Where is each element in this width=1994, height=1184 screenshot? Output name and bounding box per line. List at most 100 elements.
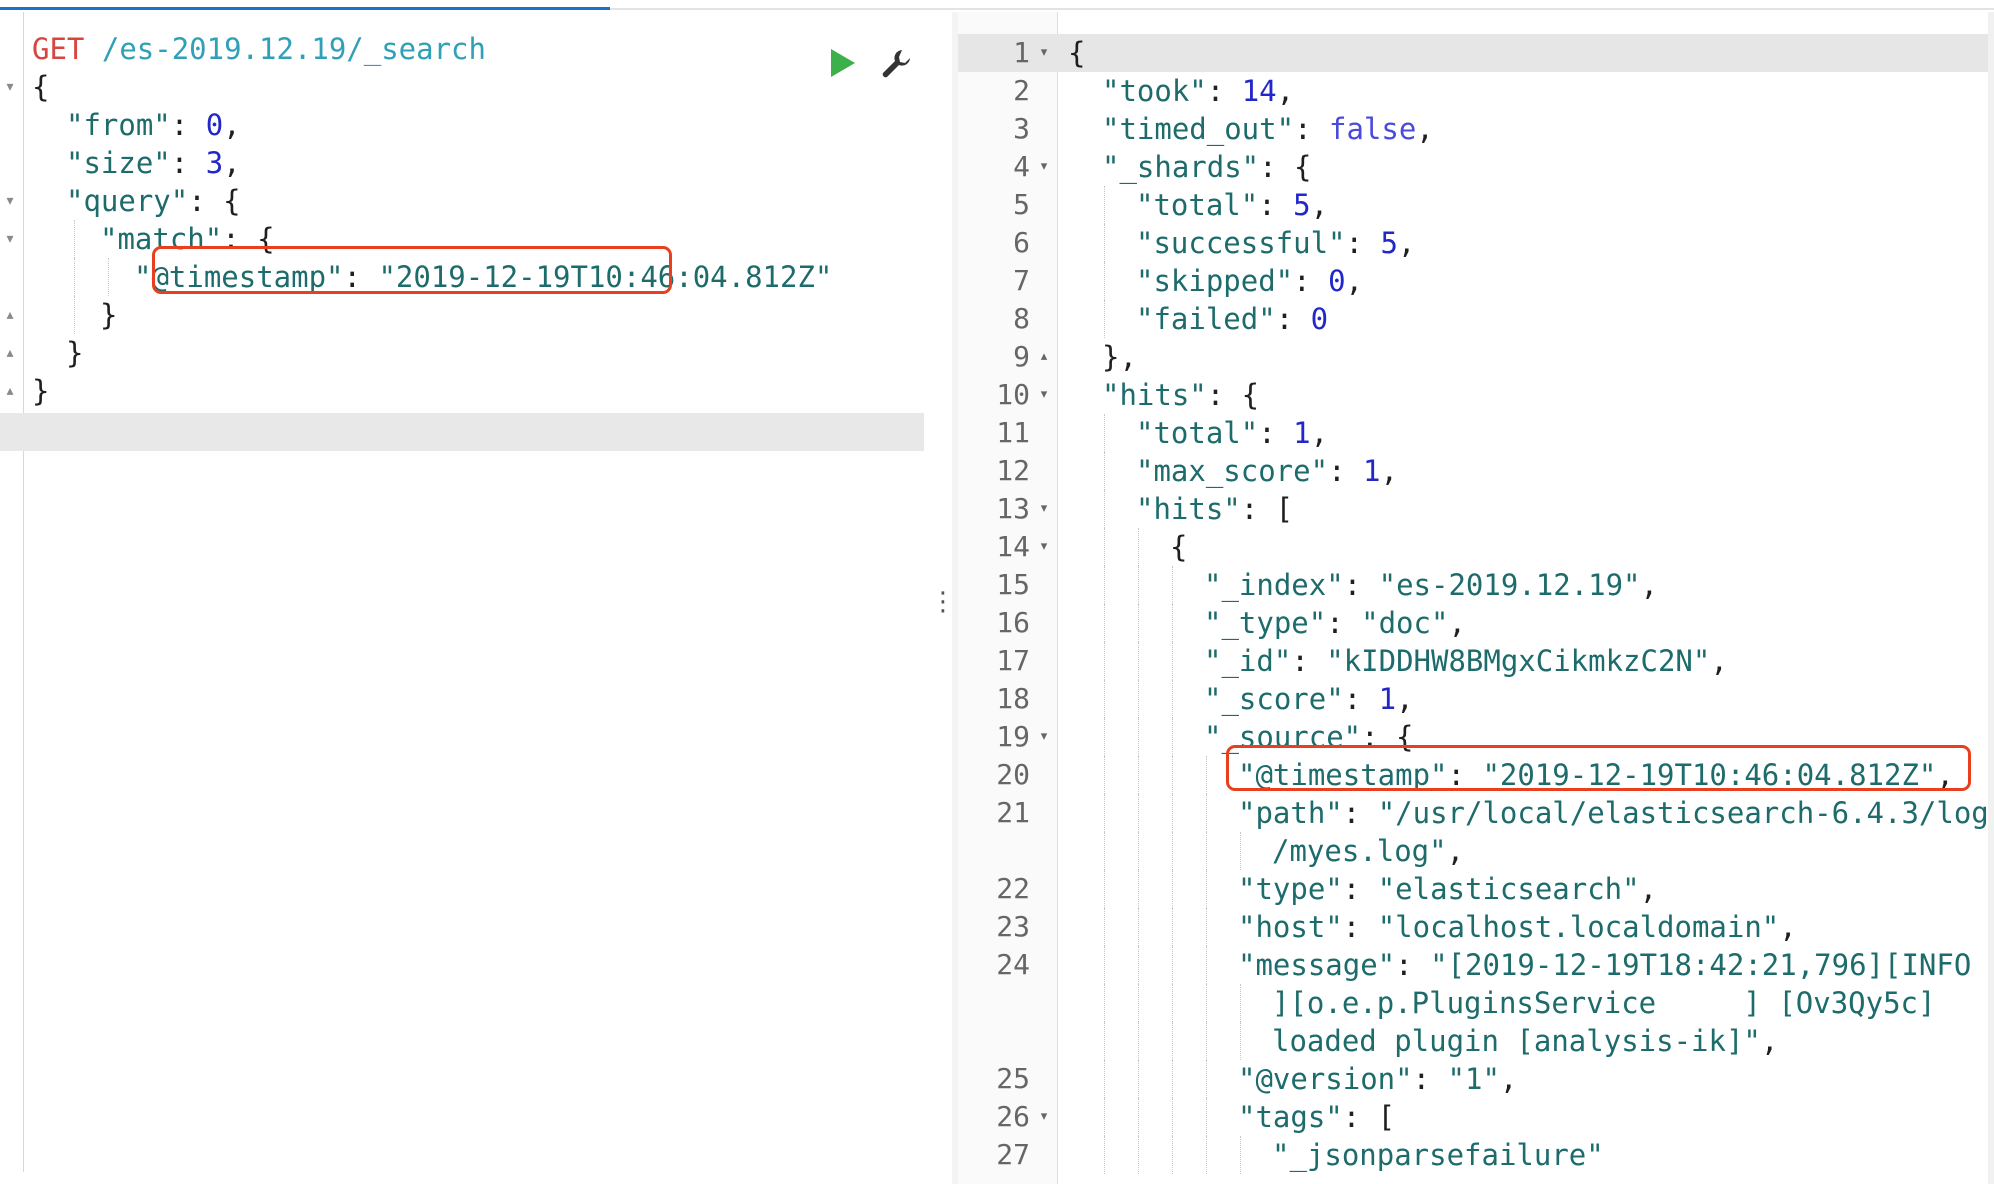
request-body-line[interactable]: "query": { bbox=[66, 182, 241, 220]
response-line[interactable]: "skipped": 0, bbox=[1136, 262, 1363, 300]
token: 14 bbox=[1241, 74, 1277, 108]
request-body-line[interactable]: { bbox=[32, 68, 49, 106]
line-number: 20 bbox=[996, 758, 1030, 791]
wrench-icon[interactable] bbox=[878, 46, 914, 82]
response-line[interactable]: { bbox=[1170, 528, 1187, 566]
request-body-line[interactable]: } bbox=[66, 334, 83, 372]
response-line[interactable]: }, bbox=[1102, 338, 1137, 376]
indent-guide bbox=[1104, 300, 1105, 338]
token: loaded plugin [analysis-ik]" bbox=[1272, 1024, 1761, 1058]
response-viewer[interactable]: 1 ▾ 2 3 4 ▾ 5 6 7 8 9 ▴ 10 ▾ 11 12 13 ▾ 14 ▾ 15 16 17 18 19 ▾ 20 21… bbox=[958, 12, 1994, 1184]
fold-end-icon[interactable]: ▴ bbox=[4, 346, 16, 360]
fold-collapse-icon[interactable]: ▾ bbox=[4, 232, 16, 246]
token: "skipped" bbox=[1136, 264, 1294, 298]
token: "doc" bbox=[1361, 606, 1449, 640]
response-line[interactable]: "host": "localhost.localdomain", bbox=[1238, 908, 1797, 946]
fold-end-icon[interactable]: ▴ bbox=[4, 308, 16, 322]
fold-collapse-icon[interactable]: ▾ bbox=[1036, 376, 1052, 414]
response-line[interactable]: "_id": "kIDDHW8BMgxCikmkzC2N", bbox=[1204, 642, 1728, 680]
indent-guide bbox=[1104, 604, 1105, 642]
fold-collapse-icon[interactable]: ▾ bbox=[1036, 148, 1052, 186]
token: }, bbox=[1102, 340, 1137, 374]
token: "successful" bbox=[1136, 226, 1346, 260]
resize-handle-icon[interactable]: ⋮ bbox=[930, 584, 956, 620]
indent-guide bbox=[1138, 1022, 1139, 1060]
request-line[interactable]: GET /es-2019.12.19/_search bbox=[32, 30, 486, 68]
response-line[interactable]: "_score": 1, bbox=[1204, 680, 1414, 718]
token: 0 bbox=[1310, 302, 1329, 336]
response-line[interactable]: "failed": 0 bbox=[1136, 300, 1328, 338]
indent-guide bbox=[1104, 566, 1105, 604]
token: "type" bbox=[1238, 872, 1343, 906]
request-body-line[interactable]: "from": 0, bbox=[66, 106, 241, 144]
fold-collapse-icon[interactable]: ▾ bbox=[1036, 1098, 1052, 1136]
indent-guide bbox=[1206, 1060, 1207, 1098]
line-number: 23 bbox=[996, 910, 1030, 943]
token: : bbox=[1291, 644, 1327, 678]
play-icon[interactable] bbox=[828, 46, 858, 80]
indent-guide bbox=[1240, 1136, 1241, 1174]
response-line[interactable]: /myes.log", bbox=[1272, 832, 1464, 870]
request-editor-gutter: ▾ ▾ ▾ ▴ ▴ ▴ bbox=[0, 12, 24, 1172]
fold-end-icon[interactable]: ▴ bbox=[1036, 338, 1052, 376]
token: "failed" bbox=[1136, 302, 1276, 336]
response-line[interactable]: loaded plugin [analysis-ik]", bbox=[1272, 1022, 1778, 1060]
indent-guide bbox=[1206, 832, 1207, 870]
token: , bbox=[1345, 264, 1363, 298]
line-number: 26 bbox=[996, 1100, 1030, 1133]
response-line[interactable]: "timed_out": false, bbox=[1102, 110, 1434, 148]
indent-guide bbox=[74, 258, 75, 296]
request-body-line[interactable]: "size": 3, bbox=[66, 144, 241, 182]
indent-guide bbox=[1138, 718, 1139, 756]
response-line[interactable]: "successful": 5, bbox=[1136, 224, 1415, 262]
indent-guide bbox=[1104, 1098, 1105, 1136]
token: "host" bbox=[1238, 910, 1343, 944]
fold-collapse-icon[interactable]: ▾ bbox=[4, 80, 16, 94]
line-number: 22 bbox=[996, 872, 1030, 905]
indent-guide bbox=[1172, 718, 1173, 756]
response-line[interactable]: "hits": [ bbox=[1136, 490, 1293, 528]
response-line[interactable]: "took": 14, bbox=[1102, 72, 1294, 110]
indent-guide bbox=[1138, 604, 1139, 642]
fold-end-icon[interactable]: ▴ bbox=[4, 384, 16, 398]
request-body-line[interactable]: } bbox=[100, 296, 117, 334]
response-line[interactable]: "_shards": { bbox=[1102, 148, 1312, 186]
response-line[interactable]: "max_score": 1, bbox=[1136, 452, 1398, 490]
request-editor[interactable]: ▾ ▾ ▾ ▴ ▴ ▴ GET /es-2019.12.19/_search { "from… bbox=[0, 12, 924, 1184]
response-line[interactable]: "path": "/usr/local/elasticsearch-6.4.3/… bbox=[1238, 794, 1994, 832]
response-line[interactable]: "_jsonparsefailure" bbox=[1272, 1136, 1604, 1174]
line-number: 13 bbox=[996, 492, 1030, 525]
response-line[interactable]: "total": 5, bbox=[1136, 186, 1328, 224]
response-line[interactable]: "type": "elasticsearch", bbox=[1238, 870, 1657, 908]
fold-collapse-icon[interactable]: ▾ bbox=[4, 194, 16, 208]
response-line[interactable]: "tags": [ bbox=[1238, 1098, 1395, 1136]
indent-guide bbox=[1104, 718, 1105, 756]
fold-collapse-icon[interactable]: ▾ bbox=[1036, 490, 1052, 528]
response-line[interactable]: "hits": { bbox=[1102, 376, 1259, 414]
token: : { bbox=[188, 184, 241, 218]
line-number: 5 bbox=[1013, 188, 1030, 221]
token: "_jsonparsefailure" bbox=[1272, 1138, 1604, 1172]
fold-collapse-icon[interactable]: ▾ bbox=[1036, 34, 1052, 72]
response-line[interactable]: "total": 1, bbox=[1136, 414, 1328, 452]
response-line[interactable]: "@version": "1", bbox=[1238, 1060, 1517, 1098]
line-number: 4 bbox=[1013, 150, 1030, 183]
line-number: 17 bbox=[996, 644, 1030, 677]
indent-guide bbox=[1172, 1136, 1173, 1174]
response-line[interactable]: "_index": "es-2019.12.19", bbox=[1204, 566, 1658, 604]
token: , bbox=[223, 146, 241, 180]
line-number: 14 bbox=[996, 530, 1030, 563]
token: , bbox=[1779, 910, 1797, 944]
response-scrollbar[interactable] bbox=[1988, 12, 1994, 1184]
indent-guide bbox=[1172, 1098, 1173, 1136]
line-number: 7 bbox=[1013, 264, 1030, 297]
response-line[interactable]: "message": "[2019-12-19T18:42:21,796][IN… bbox=[1238, 946, 1971, 984]
response-line[interactable]: "_type": "doc", bbox=[1204, 604, 1466, 642]
response-line[interactable]: ][o.e.p.PluginsService ] [Ov3Qy5c] bbox=[1272, 984, 1935, 1022]
indent-guide bbox=[1104, 946, 1105, 984]
active-tab-indicator[interactable] bbox=[0, 0, 610, 10]
response-line[interactable]: { bbox=[1068, 34, 1085, 72]
fold-collapse-icon[interactable]: ▾ bbox=[1036, 718, 1052, 756]
request-body-line[interactable]: } bbox=[32, 372, 49, 410]
fold-collapse-icon[interactable]: ▾ bbox=[1036, 528, 1052, 566]
